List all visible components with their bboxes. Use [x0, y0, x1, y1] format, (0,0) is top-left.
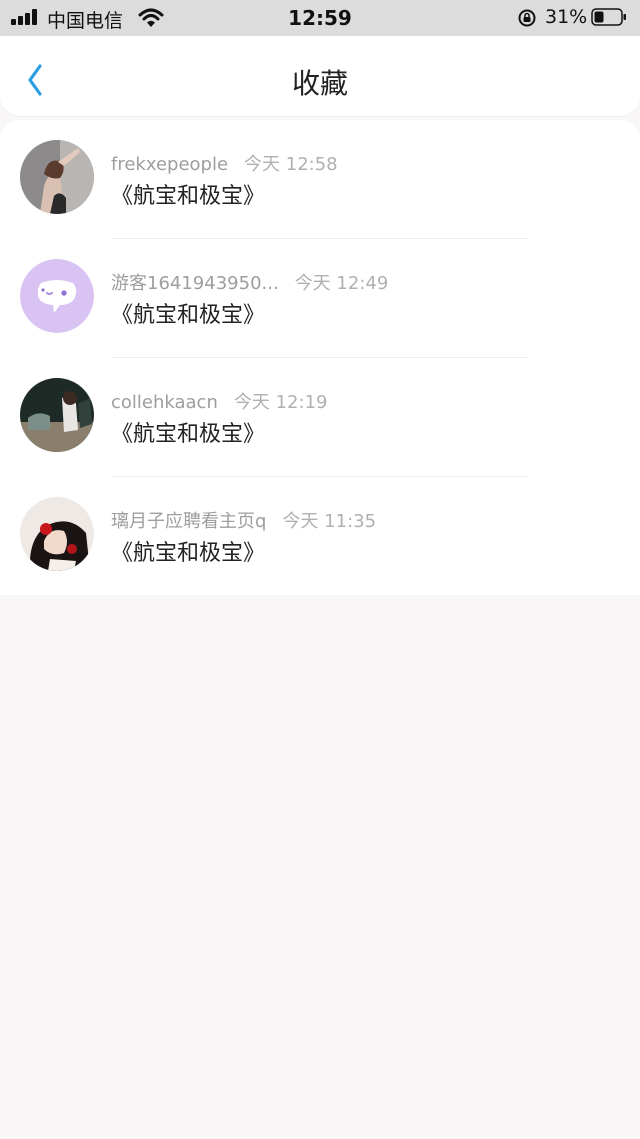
username: collehkaacn — [111, 392, 218, 413]
status-time: 12:59 — [288, 6, 352, 30]
favorite-item[interactable]: 游客1641943950... 今天 12:49 《航宝和极宝》 — [0, 239, 640, 358]
favorites-list: frekxepeople 今天 12:58 《航宝和极宝》 游客164194395… — [0, 120, 640, 595]
username: 璃月子应聘看主页q — [111, 511, 267, 532]
rotation-lock-icon — [518, 9, 536, 27]
favorite-item[interactable]: 璃月子应聘看主页q 今天 11:35 《航宝和极宝》 — [0, 477, 640, 596]
favorite-meta: 璃月子应聘看主页q 今天 11:35 — [111, 507, 377, 532]
avatar[interactable] — [20, 140, 94, 214]
timestamp: 今天 12:19 — [233, 392, 328, 413]
timestamp: 今天 12:49 — [294, 273, 389, 294]
status-bar: 中国电信 12:59 31% — [0, 0, 640, 36]
favorite-meta: 游客1641943950... 今天 12:49 — [111, 269, 389, 294]
post-title: 《航宝和极宝》 — [111, 184, 266, 209]
username: 游客1641943950... — [111, 273, 279, 294]
post-title: 《航宝和极宝》 — [111, 541, 266, 566]
timestamp: 今天 12:58 — [244, 154, 338, 175]
avatar[interactable] — [20, 259, 94, 333]
username: frekxepeople — [111, 154, 229, 175]
post-title: 《航宝和极宝》 — [111, 303, 266, 328]
favorite-item[interactable]: collehkaacn 今天 12:19 《航宝和极宝》 — [0, 358, 640, 477]
avatar[interactable] — [20, 497, 94, 571]
timestamp: 今天 11:35 — [282, 511, 377, 532]
favorite-meta: collehkaacn 今天 12:19 — [111, 388, 328, 413]
page-title: 收藏 — [291, 67, 348, 100]
post-title: 《航宝和极宝》 — [111, 422, 266, 447]
battery-icon — [591, 8, 626, 26]
battery-percentage: 31% — [545, 6, 588, 28]
navigation-bar: 收藏 — [0, 36, 640, 116]
avatar[interactable] — [20, 378, 94, 452]
favorite-meta: frekxepeople 今天 12:58 — [111, 150, 338, 175]
favorite-item[interactable]: frekxepeople 今天 12:58 《航宝和极宝》 — [0, 120, 640, 239]
